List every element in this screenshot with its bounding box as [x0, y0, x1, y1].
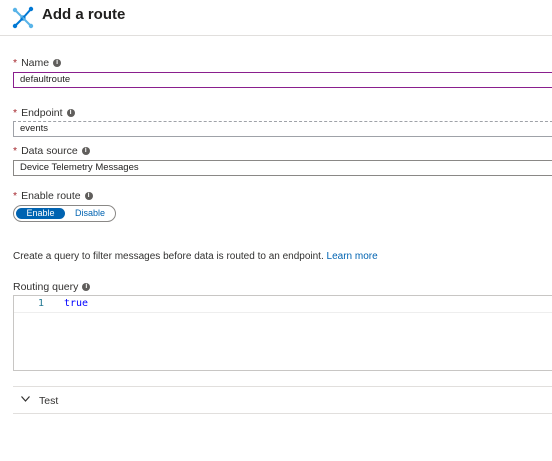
info-icon[interactable]: i: [53, 59, 62, 68]
test-label: Test: [39, 395, 59, 407]
description-text: Create a query to filter messages before…: [13, 251, 324, 262]
info-icon[interactable]: i: [82, 283, 91, 292]
chevron-down-icon: [21, 396, 30, 402]
learn-more-link[interactable]: Learn more: [327, 251, 378, 262]
required-mark: *: [13, 57, 18, 69]
routing-query-editor[interactable]: 1 true: [13, 295, 552, 371]
data-source-label-row: * Data source i: [13, 145, 90, 157]
endpoint-label-row: * Endpoint i: [13, 107, 75, 119]
name-label-row: * Name i: [13, 57, 62, 69]
line-number: 1: [38, 298, 45, 309]
name-label: Name: [21, 57, 50, 69]
enable-route-label-row: * Enable route i: [13, 190, 93, 202]
data-source-label: Data source: [21, 145, 78, 157]
required-mark: *: [13, 190, 18, 202]
required-mark: *: [13, 145, 18, 157]
enable-option[interactable]: Enable: [16, 208, 65, 219]
routing-query-label: Routing query: [13, 281, 79, 293]
enable-route-toggle: Enable Disable: [13, 205, 116, 222]
blade-header: Add a route: [0, 0, 552, 36]
query-code[interactable]: true: [64, 298, 88, 309]
code-line: 1 true: [14, 296, 552, 313]
info-icon[interactable]: i: [66, 109, 75, 118]
info-icon[interactable]: i: [81, 147, 90, 156]
required-mark: *: [13, 107, 18, 119]
test-section-toggle[interactable]: Test: [13, 386, 552, 414]
routing-query-label-row: Routing query i: [13, 281, 91, 293]
query-description: Create a query to filter messages before…: [13, 251, 378, 262]
name-field[interactable]: defaultroute: [13, 72, 552, 88]
enable-route-label: Enable route: [21, 190, 81, 202]
page-title: Add a route: [42, 6, 126, 23]
endpoint-label: Endpoint: [21, 107, 63, 119]
info-icon[interactable]: i: [84, 192, 93, 201]
route-icon: [12, 6, 34, 29]
endpoint-field[interactable]: events: [13, 121, 552, 137]
disable-option[interactable]: Disable: [66, 208, 114, 219]
data-source-field[interactable]: Device Telemetry Messages: [13, 160, 552, 176]
